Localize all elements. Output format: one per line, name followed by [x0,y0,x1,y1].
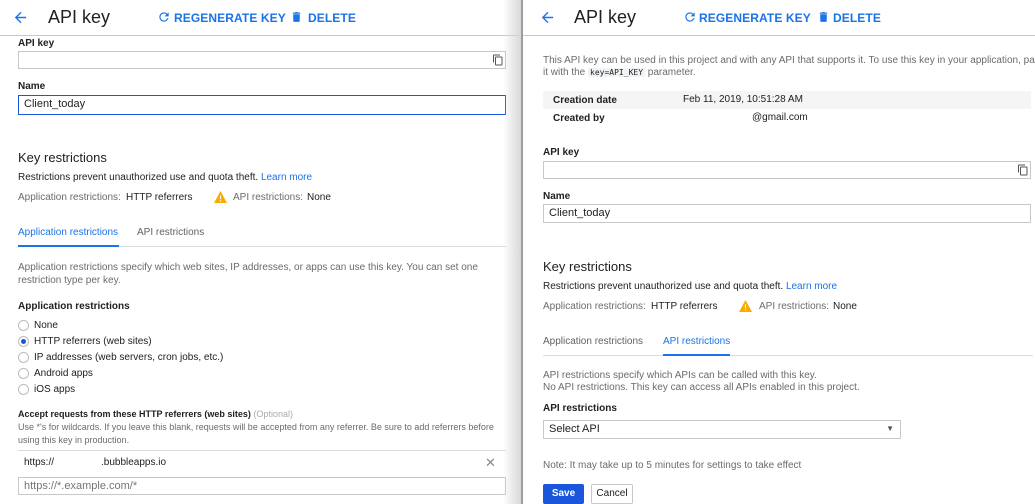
app-restrictions-heading: Application restrictions [18,301,130,312]
name-field[interactable]: Client_today [543,204,1031,223]
intro-text: it with the [543,67,586,78]
api-key-field[interactable] [18,51,506,69]
name-label: Name [18,81,46,92]
regenerate-key-button[interactable]: REGENERATE KEY [699,11,811,25]
back-arrow-icon[interactable] [539,9,556,26]
tab-api-restrictions[interactable]: API restrictions [137,227,204,238]
name-field[interactable]: Client_today [18,95,506,115]
tab-divider [543,355,1033,356]
referrer-prefix: https:// [24,457,55,468]
api-restrictions-summary-value: None [307,192,331,203]
api-key-label: API key [543,147,580,158]
refresh-icon [685,12,695,22]
app-restrictions-desc-1: Application restrictions specify which w… [18,262,478,273]
radio-label-ip-addresses: IP addresses (web servers, cron jobs, et… [34,352,224,363]
app-restrictions-summary-label: Application restrictions: [543,301,646,312]
api-restrictions-desc-2: No API restrictions. This key can access… [543,382,860,393]
app-restrictions-desc-2: restriction type per key. [18,275,121,286]
regenerate-key-button[interactable]: REGENERATE KEY [174,11,286,25]
radio-ip-addresses[interactable] [18,352,29,363]
learn-more-link[interactable]: Learn more [261,172,312,183]
referrer-divider [18,450,506,451]
accept-referrers-heading: Accept requests from these HTTP referrer… [18,409,293,419]
delete-button[interactable]: DELETE [833,11,881,25]
remove-referrer-icon[interactable]: ✕ [485,455,496,471]
warning-icon [214,191,227,203]
tab-api-restrictions[interactable]: API restrictions [663,336,730,347]
page-title: API key [48,7,111,27]
api-key-field[interactable] [543,161,1031,179]
trash-icon [819,12,828,22]
radio-label-android-apps: Android apps [34,368,93,379]
app-restrictions-summary-value: HTTP referrers [651,301,718,312]
referrer-input[interactable] [18,477,506,495]
radio-android-apps[interactable] [18,368,29,379]
api-key-label: API key [18,38,55,49]
header: API key REGENERATE KEY DELETE [523,0,1035,36]
warning-icon [739,300,752,312]
tab-application-restrictions[interactable]: Application restrictions [543,336,643,347]
description-text: Restrictions prevent unauthorized use an… [18,172,259,183]
right-panel: API key REGENERATE KEY DELETE This API k… [521,0,1035,504]
copy-icon[interactable] [1017,164,1029,176]
settings-note: Note: It may take up to 5 minutes for se… [543,460,802,471]
referrer-suffix: .bubbleapps.io [101,457,167,468]
description-text: Restrictions prevent unauthorized use an… [543,281,784,292]
learn-more-link[interactable]: Learn more [786,281,837,292]
api-restrictions-summary-value: None [833,301,857,312]
radio-http-referrers[interactable] [18,336,29,347]
api-restrictions-desc-1: API restrictions specify which APIs can … [543,370,817,381]
key-restrictions-heading: Key restrictions [18,150,107,165]
intro-text-end: parameter. [647,67,696,78]
api-restrictions-summary-label: API restrictions: [233,192,304,203]
created-by-label: Created by [553,113,605,124]
app-restrictions-summary-value: HTTP referrers [126,192,193,203]
cancel-button[interactable]: Cancel [591,484,633,504]
optional-label: (Optional) [253,409,293,419]
name-label: Name [543,191,571,202]
select-api-value: Select API [549,423,600,435]
intro-line-1: This API key can be used in this project… [543,55,1035,66]
delete-button[interactable]: DELETE [308,11,356,25]
radio-none[interactable] [18,320,29,331]
panel-shadow [503,0,521,504]
left-panel: API key REGENERATE KEY DELETE API key Na… [0,0,521,504]
save-button[interactable]: Save [543,484,584,504]
api-restrictions-heading: API restrictions [543,403,617,414]
created-by-value: @gmail.com [752,112,808,123]
radio-ios-apps[interactable] [18,384,29,395]
dropdown-arrow-icon: ▼ [886,424,894,433]
intro-line-2: it with the key=API_KEY parameter. [543,67,696,78]
trash-icon [292,12,301,22]
wildcard-hint-2: using this key in production. [18,435,130,445]
key-restrictions-heading: Key restrictions [543,259,632,274]
api-restrictions-summary-label: API restrictions: [759,301,830,312]
accept-heading-text: Accept requests from these HTTP referrer… [18,409,251,419]
restrictions-description: Restrictions prevent unauthorized use an… [18,172,312,183]
restrictions-description: Restrictions prevent unauthorized use an… [543,281,837,292]
creation-date-value: Feb 11, 2019, 10:51:28 AM [683,94,803,105]
tab-application-restrictions[interactable]: Application restrictions [18,227,118,238]
creation-date-label: Creation date [553,95,617,106]
radio-label-ios-apps: iOS apps [34,384,76,395]
refresh-icon [159,12,169,22]
active-tab-indicator [663,354,730,356]
radio-label-http-referrers: HTTP referrers (web sites) [34,336,152,347]
back-arrow-icon[interactable] [12,9,29,26]
header: API key REGENERATE KEY DELETE [0,0,521,36]
app-restrictions-summary-label: Application restrictions: [18,192,121,203]
radio-label-none: None [34,320,58,331]
select-api-dropdown[interactable]: Select API ▼ [543,420,901,439]
active-tab-indicator [18,245,119,247]
page-title: API key [574,7,637,27]
key-param-code: key=API_KEY [588,68,646,77]
wildcard-hint-1: Use *'s for wildcards. If you leave this… [18,422,494,432]
